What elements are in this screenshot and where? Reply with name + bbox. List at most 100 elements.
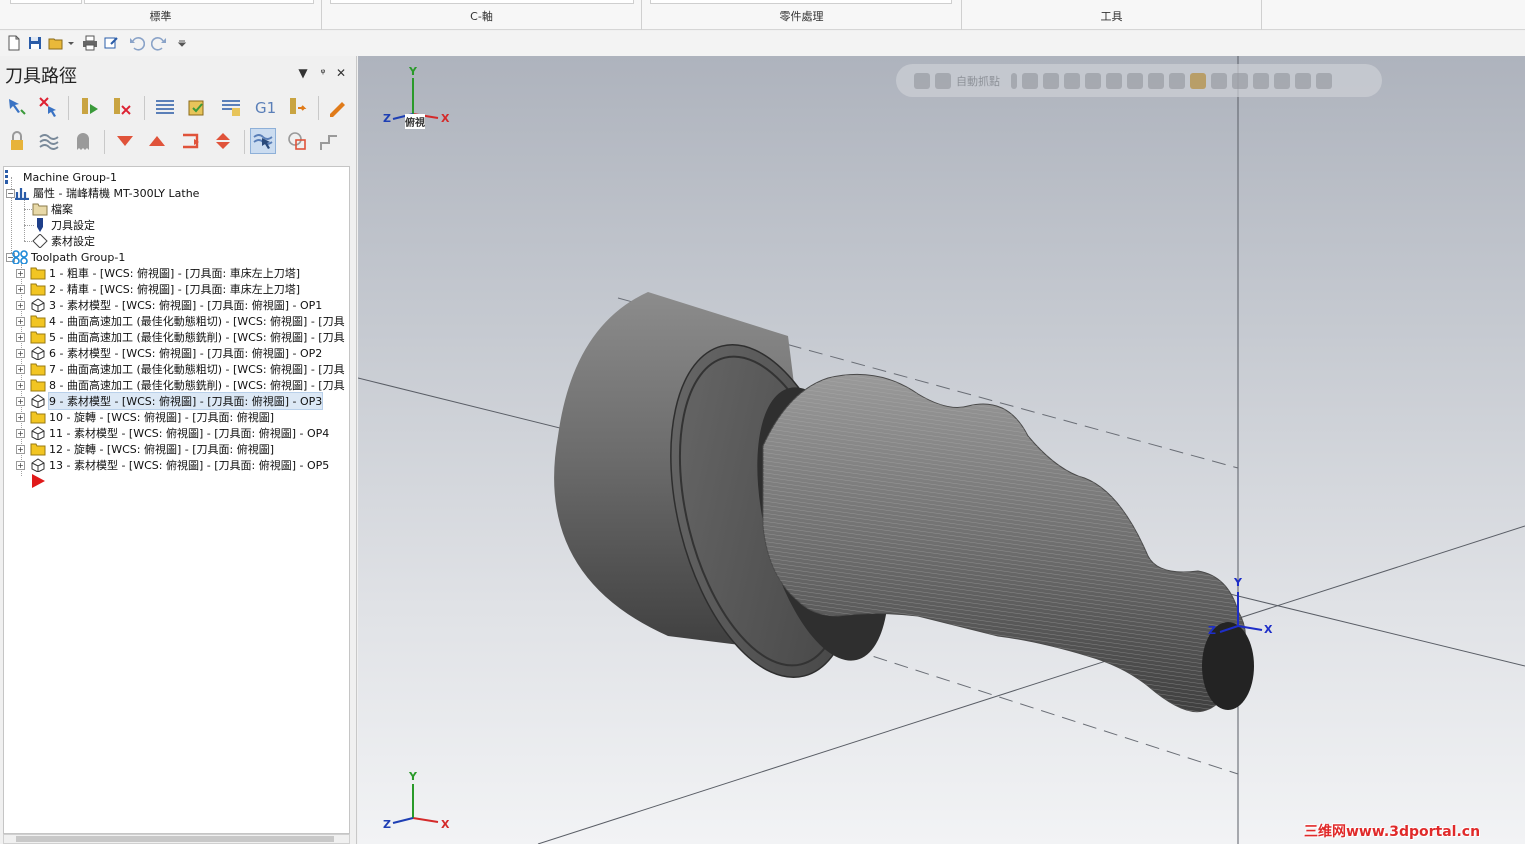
save-icon[interactable] [27,35,43,51]
redo-icon[interactable] [151,35,167,51]
expand-toggle[interactable]: + [16,301,25,310]
expand-toggle[interactable]: + [16,413,25,422]
select-arrow-icon[interactable] [1064,72,1080,89]
expand-toggle[interactable]: + [16,397,25,406]
move-insert-down-button[interactable] [112,128,138,154]
regenerate-selected-button[interactable] [76,94,102,120]
tree-node-operation[interactable]: 13 - 素材模型 - [WCS: 俯視圖] - [刀具面: 俯視圖] - OP… [30,457,329,473]
regenerate-icon [82,98,98,114]
tree-node-files[interactable]: 檔案 [32,201,73,217]
folder-icon [30,331,46,344]
tree-node-operation[interactable]: 1 - 粗車 - [WCS: 俯視圖] - [刀具面: 車床左上刀塔] [30,265,300,281]
tree-node-operation[interactable]: 11 - 素材模型 - [WCS: 俯視圖] - [刀具面: 俯視圖] - OP… [30,425,329,441]
move-to-selected-button[interactable] [210,128,236,154]
expand-toggle[interactable]: + [16,269,25,278]
undo-selection-icon[interactable] [1316,72,1332,89]
lock-icon[interactable] [914,72,930,89]
expand-toggle[interactable]: + [16,349,25,358]
tree-node-operation[interactable]: 4 - 曲面高速加工 (最佳化動態粗切) - [WCS: 俯視圖] - [刀具 [30,313,345,329]
tree-node-operation[interactable]: 6 - 素材模型 - [WCS: 俯視圖] - [刀具面: 俯視圖] - OP2 [30,345,322,361]
wcs-z-label: Z [1208,624,1216,637]
toggle-display-button[interactable] [36,128,62,154]
lock-button[interactable] [4,128,30,154]
tree-node-operation[interactable]: 5 - 曲面高速加工 (最佳化動態銑削) - [WCS: 俯視圖] - [刀具 [30,329,345,345]
chevron-down-icon[interactable] [1011,72,1017,89]
ribbon-group-standard: 標準 [0,0,322,30]
new-file-icon[interactable] [6,35,22,51]
tree-node-operation[interactable]: 3 - 素材模型 - [WCS: 俯視圖] - [刀具面: 俯視圖] - OP1 [30,297,322,313]
chevron-down-icon[interactable] [66,35,76,51]
select-all-operations-button[interactable] [4,94,30,120]
solid-loop-icon[interactable] [1169,72,1185,89]
step-path-button[interactable] [316,128,342,154]
tree-node-machine-group[interactable]: Machine Group-1 [4,169,117,185]
regenerate-dirty-button[interactable] [108,94,134,120]
tree-node-label: 素材設定 [51,235,95,248]
autocursor-icon[interactable] [935,72,951,89]
solid-body-icon[interactable] [1127,72,1143,89]
move-insert-up-button[interactable] [144,128,170,154]
print-preview-icon[interactable] [103,35,119,51]
clear-selection-icon[interactable] [1295,72,1311,89]
cube-icon[interactable] [1190,72,1206,89]
select-mode-icon[interactable] [1211,72,1227,89]
tree-node-properties[interactable]: 屬性 - 瑞峰精機 MT-300LY Lathe [14,185,199,201]
insert-after-button[interactable] [178,128,204,154]
tool-manager-icon [290,98,307,114]
solid-edge-icon[interactable] [1148,72,1164,89]
expand-toggle[interactable]: + [16,365,25,374]
tree-node-operation[interactable]: 9 - 素材模型 - [WCS: 俯視圖] - [刀具面: 俯視圖] - OP3 [30,392,324,410]
chain-icon[interactable] [1085,72,1101,89]
snap-settings-icon[interactable] [1022,72,1038,89]
display-stock-button[interactable] [284,128,310,154]
tool-manager-button[interactable] [284,94,310,120]
verify-button[interactable] [184,94,210,120]
expand-toggle[interactable]: + [16,317,25,326]
post-g1-button[interactable]: G1 [252,94,278,120]
backplot-button[interactable] [152,94,178,120]
window-select-icon[interactable] [1232,72,1248,89]
panel-menu-button[interactable]: ▼ [296,66,310,80]
regenerate-dirty-icon [114,98,131,115]
tree-node-operation[interactable]: 8 - 曲面高速加工 (最佳化動態銑削) - [WCS: 俯視圖] - [刀具 [30,377,345,393]
tree-horizontal-scrollbar[interactable] [3,834,350,844]
panel-close-button[interactable]: ✕ [334,66,348,80]
highfeed-button[interactable] [324,94,350,120]
expand-toggle[interactable]: + [16,333,25,342]
select-failed-operations-button[interactable] [36,94,62,120]
expand-toggle[interactable]: + [16,381,25,390]
verify-selection-icon[interactable] [1253,72,1269,89]
gnomon-x-axis [412,817,439,823]
tree-node-operation[interactable]: 2 - 精車 - [WCS: 俯視圖] - [刀具面: 車床左上刀塔] [30,281,300,297]
tree-node-operation[interactable]: 10 - 旋轉 - [WCS: 俯視圖] - [刀具面: 俯視圖] [30,409,274,425]
standard-select-icon[interactable] [1274,72,1290,89]
graphics-viewport[interactable]: Y X Z 俯視 Y X Z Y X Z 自動抓點 三维网www.3dporta… [358,56,1525,844]
simulate-button[interactable] [218,94,244,120]
autocursor-label[interactable]: 自動抓點 [956,73,1000,89]
scrollbar-thumb[interactable] [16,836,334,842]
tree-node-stock-settings[interactable]: 素材設定 [32,233,95,249]
display-selected-toggle[interactable] [250,128,276,154]
svg-text:G1: G1 [255,99,276,117]
customize-toolbar-icon[interactable] [176,35,188,51]
gear-icon[interactable] [1043,72,1059,89]
tree-node-toolpath-group[interactable]: Toolpath Group-1 [12,249,125,265]
toggle-post-button[interactable] [70,128,96,154]
solid-face-icon[interactable] [1106,72,1122,89]
open-folder-icon[interactable] [48,35,64,51]
panel-pin-button[interactable]: ᵠ [316,66,330,80]
expand-toggle[interactable]: + [16,285,25,294]
print-icon[interactable] [82,35,98,51]
expand-toggle[interactable]: + [16,429,25,438]
backplot-icon [156,100,174,114]
expand-toggle[interactable]: + [16,445,25,454]
tree-node-operation[interactable]: 7 - 曲面高速加工 (最佳化動態粗切) - [WCS: 俯視圖] - [刀具 [30,361,345,377]
tree-node-operation[interactable]: 12 - 旋轉 - [WCS: 俯視圖] - [刀具面: 俯視圖] [30,441,274,457]
lock-icon [11,131,23,150]
tree-node-label: 2 - 精車 - [WCS: 俯視圖] - [刀具面: 車床左上刀塔] [49,283,300,296]
undo-icon[interactable] [129,35,145,51]
gnomon-y-label: Y [409,770,417,783]
tree-node-tool-settings[interactable]: 刀具設定 [32,217,95,233]
expand-toggle[interactable]: + [16,461,25,470]
operations-tree[interactable]: Machine Group-1 − 屬性 - 瑞峰精機 MT-300LY Lat… [3,166,350,834]
